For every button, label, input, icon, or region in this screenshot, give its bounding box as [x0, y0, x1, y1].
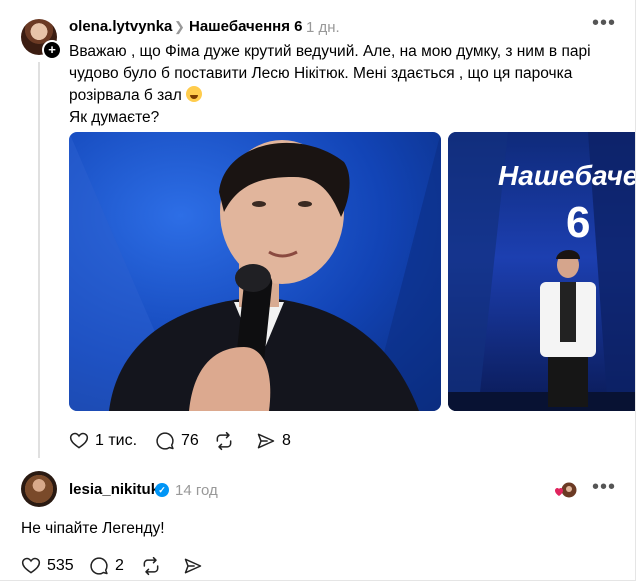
send-icon [184, 558, 202, 574]
post-text-line: Вважаю , що Фіма дуже крутий ведучий. Ал… [69, 43, 591, 60]
send-icon [257, 433, 275, 449]
post-text-fragment: розірвала б зал [69, 87, 182, 104]
reply-more-icon[interactable]: ••• [592, 476, 616, 499]
post-text-line: чудово було б поставити Лесю Нікітюк. Ме… [69, 65, 573, 82]
more-icon[interactable]: ••• [592, 12, 616, 35]
share-button[interactable]: 8 [256, 431, 291, 451]
host-microphone-photo [69, 132, 441, 411]
liked-by-author-indicator [555, 481, 577, 499]
comment-count: 76 [181, 432, 199, 449]
thread-connector-line [38, 62, 40, 458]
verified-badge-icon: ✓ [155, 483, 169, 497]
post-text-line: Як думаєте? [69, 109, 160, 126]
comment-button[interactable]: 76 [155, 431, 199, 451]
heart-icon [69, 432, 89, 449]
post-text-line: розірвала б зал [69, 85, 599, 107]
follow-plus-icon[interactable]: + [42, 40, 62, 60]
reply-text: Не чіпайте Легенду! [21, 520, 165, 537]
post-image-2[interactable]: Нашебачення 6 [448, 132, 635, 411]
post-topic-link[interactable]: Нашебачення 6 [189, 18, 303, 35]
comment-icon [156, 432, 174, 450]
comment-icon [90, 557, 108, 575]
chevron-right-icon: ❯ [174, 19, 185, 34]
reply-comment-count: 2 [115, 557, 124, 574]
reply-share-button[interactable] [183, 556, 203, 576]
reply-like-count: 535 [47, 557, 74, 574]
show-logo-number: 6 [566, 198, 591, 247]
reply-author-avatar[interactable] [21, 471, 57, 507]
repost-button[interactable] [214, 431, 234, 451]
post-author-username[interactable]: olena.lytvynka [69, 18, 172, 35]
reply-comment-button[interactable]: 2 [89, 556, 124, 576]
share-count: 8 [282, 432, 291, 449]
repost-icon [143, 556, 159, 576]
show-logo-text: Нашебачення [498, 160, 635, 191]
repost-icon [216, 431, 232, 451]
like-button[interactable]: 1 тис. [69, 431, 137, 451]
post-image-1[interactable] [69, 132, 441, 411]
heart-icon [21, 557, 41, 574]
like-count: 1 тис. [95, 432, 138, 449]
post-timestamp[interactable]: 1 дн. [306, 19, 340, 36]
reply-author-username[interactable]: lesia_nikituk [69, 481, 159, 498]
grinning-emoji-icon [186, 86, 203, 102]
reply-repost-button[interactable] [141, 556, 161, 576]
liked-by-author-icon [555, 482, 577, 498]
reply-like-button[interactable]: 535 [21, 556, 74, 576]
reply-timestamp[interactable]: 14 год [175, 482, 218, 499]
post-text: Вважаю , що Фіма дуже крутий ведучий. Ал… [69, 41, 599, 129]
